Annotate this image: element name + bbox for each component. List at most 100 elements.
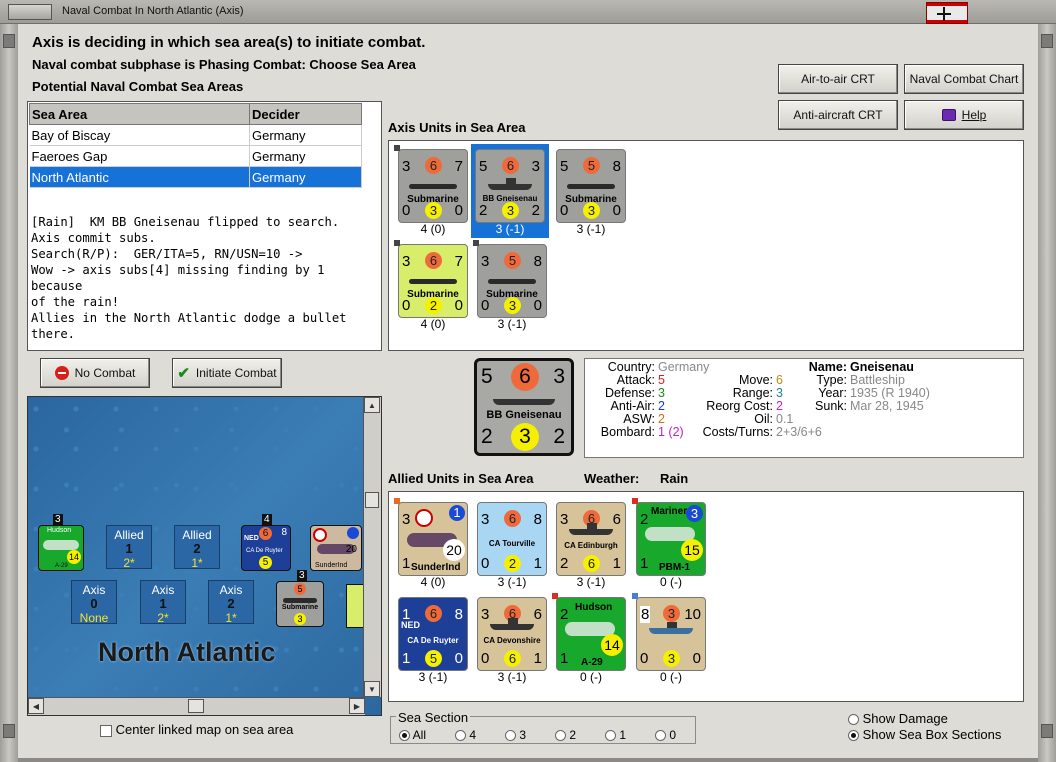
center-linked-checkbox[interactable] [100,724,112,737]
axis-unit-gneisenau[interactable]: 5 6 3 BB Gneisenau 2 3 2 3 (-1) [475,149,545,236]
sea-section-option-1[interactable]: 1 [605,728,655,742]
show-sea-box-option[interactable]: Show Sea Box Sections [848,727,1001,742]
axis-unit-submarine[interactable]: 5 5 8 Submarine 0 3 0 3 (-1) [556,149,626,236]
radio-button[interactable] [605,730,616,742]
axis-unit-submarine[interactable]: 3 6 7 Submarine 0 2 0 4 (0) [394,240,468,331]
sea-area-map[interactable]: 3 Hudson 14 A-29 Allied 1 2* Allied 2 1*… [27,396,382,716]
map-horizontal-scrollbar[interactable]: ◀ ▶ [28,697,365,715]
radio-button[interactable] [455,730,466,742]
decider-cell: Germany [249,124,362,146]
sea-section-option-0[interactable]: 0 [655,728,695,742]
potential-areas-label: Potential Naval Combat Sea Areas [32,79,244,94]
axis-box-2[interactable]: Axis 2 1* [208,580,254,625]
costs-label: Costs/Turns: [702,425,773,439]
allied-box-1[interactable]: Allied 1 2* [106,525,152,570]
unit-caption: 3 (-1) [497,670,527,684]
unit-stat: 0 [454,202,463,219]
allied-unit-devonshire[interactable]: 3 6 6 CA Devonshire 0 6 1 3 (-1) [477,597,547,684]
naval-combat-chart-button[interactable]: Naval Combat Chart [904,64,1024,94]
sea-section-group: Sea Section All 4 3 2 1 0 [390,710,696,744]
checkmark-icon: ✔ [177,365,190,382]
vertical-scroll-thumb[interactable] [365,492,379,508]
cruiser-icon [569,523,613,535]
help-button[interactable]: Help [904,100,1024,130]
column-header-sea-area[interactable]: Sea Area [29,103,250,125]
allied-unit-edinburgh[interactable]: 3 6 6 CA Edinburgh 2 6 1 3 (-1) [556,502,626,589]
initiate-combat-label: Initiate Combat [195,366,277,380]
selected-unit-counter: 5 6 3 BB Gneisenau 2 3 2 [474,358,574,456]
horizontal-scroll-thumb[interactable] [188,699,204,713]
stack-count: 3 [297,570,307,581]
axis-unit-submarine[interactable]: 3 6 7 Submarine 0 3 0 4 (0) [394,145,468,236]
radio-button[interactable] [655,730,666,742]
plane-icon [43,540,79,550]
show-sea-box-label: Show Sea Box Sections [862,727,1002,742]
sea-section-option-4[interactable]: 4 [455,728,505,742]
option-label: 4 [469,728,477,742]
scroll-up-icon[interactable]: ▲ [364,397,380,413]
option-label: All [412,728,427,742]
sunk-value: Mar 28, 1945 [850,399,924,413]
sea-section-option-all[interactable]: All [399,728,455,742]
unit-value: 14 [601,634,623,656]
roundel-icon [415,509,433,527]
attack-value: 6 [504,510,521,527]
radio-button[interactable] [555,730,566,742]
center-linked-option[interactable]: Center linked map on sea area [100,722,293,737]
axis-box-1[interactable]: Axis 1 2* [140,580,186,625]
system-menu-button[interactable] [8,4,52,20]
unit-stat: 1 [612,555,621,572]
allied-unit-de-ruyter[interactable]: 1 6 8 NED CA De Ruyter 1 5 0 3 (-1) [398,597,468,684]
no-combat-button[interactable]: No Combat [40,358,150,388]
attack-value: 5 [294,583,306,595]
attack-value: 6 [502,157,519,174]
axis-unit-submarine[interactable]: 3 5 8 Submarine 0 3 0 3 (-1) [473,240,547,331]
box-value: 2* [123,556,135,570]
show-damage-option[interactable]: Show Damage [848,711,948,726]
radio-button[interactable] [399,730,410,742]
map-unit-de-ruyter[interactable]: 4 NED 6 8 CA De Ruyter 5 [241,514,291,571]
initiate-combat-button[interactable]: ✔ Initiate Combat [172,358,282,388]
allied-units-panel: 3 1 20 1 SunderInd 4 (0) 3 6 8 CA Tourvi… [388,491,1024,702]
column-header-decider[interactable]: Decider [249,103,362,125]
radio-button[interactable] [505,730,516,742]
allied-unit-sunderland[interactable]: 3 1 20 1 SunderInd 4 (0) [394,498,468,589]
unit-name: CA De Ruyter [407,636,459,645]
air-to-air-crt-button[interactable]: Air-to-air CRT [778,64,898,94]
sea-area-name: North Atlantic [98,637,276,667]
table-row[interactable]: Faeroes Gap Germany [29,145,362,167]
scroll-left-icon[interactable]: ◀ [28,698,44,714]
country-value: Germany [658,360,710,374]
radio-button[interactable] [848,714,859,726]
map-vertical-scrollbar[interactable]: ▲ ▼ [363,397,381,697]
allied-unit-tourville[interactable]: 3 6 8 CA Tourville 0 2 1 3 (-1) [477,502,547,589]
anti-aircraft-crt-button[interactable]: Anti-aircraft CRT [778,100,898,130]
sea-section-option-3[interactable]: 3 [505,728,555,742]
unit-stat: 0 [402,297,411,314]
allied-unit-mariner[interactable]: 2 Mariner 3 15 1 PBM-1 0 (-) [632,498,706,589]
map-unit-hudson[interactable]: 3 Hudson 14 A-29 [38,514,84,571]
attack-value: 6 [425,605,442,622]
help-label: Help [961,108,987,122]
map-unit-sunderland[interactable]: 20 SunderInd [310,525,362,571]
allied-unit-convoy[interactable]: 8 3 10 0 3 0 0 (-) [632,593,706,684]
radio-button[interactable] [848,730,859,742]
attack-value: 6 [511,363,539,391]
allied-box-2[interactable]: Allied 2 1* [174,525,220,570]
allied-units-label: Allied Units in Sea Area [388,471,534,486]
unit-stat: 2 [481,425,493,448]
axis-box-0[interactable]: Axis 0 None [71,580,117,625]
scroll-right-icon[interactable]: ▶ [349,698,365,714]
map-unit-submarine[interactable]: 3 5 Submarine 3 [276,570,324,627]
box-value: 2* [157,611,169,625]
unit-stat: 0 [640,650,649,667]
sea-section-option-2[interactable]: 2 [555,728,605,742]
unit-label: CA De Ruyter [246,548,283,554]
german-flag-icon [926,2,968,24]
table-row-selected[interactable]: North Atlantic Germany [29,166,362,188]
axis-units-label: Axis Units in Sea Area [388,120,526,135]
allied-unit-hudson[interactable]: 2 Hudson 14 1 A-29 0 (-) [552,593,626,684]
table-row[interactable]: Bay of Biscay Germany [29,124,362,146]
scroll-down-icon[interactable]: ▼ [364,681,380,697]
unit-stat: 8 [612,158,621,175]
